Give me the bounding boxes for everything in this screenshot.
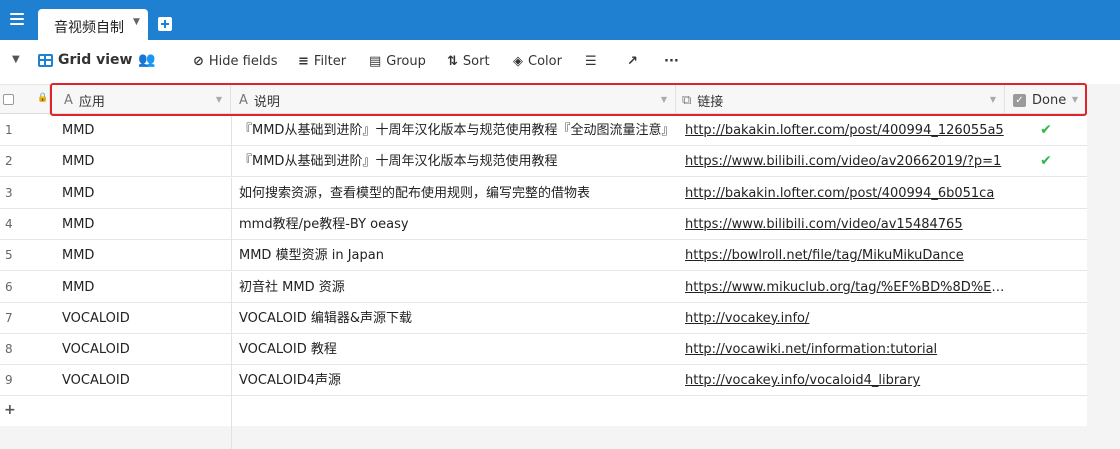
sort-icon: ⇅ [447,54,458,69]
table-row[interactable]: 4 MMD mmd教程/pe教程-BY oeasy https://www.bilib… [0,208,1087,240]
color-button[interactable]: ◈ Color [513,54,562,69]
cell-done[interactable] [1005,240,1087,271]
column-divider [231,313,232,449]
sort-label: Sort [462,54,490,69]
row-number: 9 [5,373,13,388]
cell-desc[interactable]: VOCALOID 编辑器&声源下载 [231,302,676,334]
row-number: 5 [5,248,13,263]
view-switcher-caret[interactable]: ▼ [12,54,20,65]
add-table-icon[interactable] [158,17,172,31]
table-row[interactable]: 8 VOCALOID VOCALOID 教程 http://vocawiki.net/… [0,334,1087,366]
row-number: 2 [5,154,13,169]
sort-button[interactable]: ⇅ Sort [447,54,490,69]
select-all-cell: 🔒 [0,85,50,115]
cell-done[interactable] [1005,209,1087,240]
table-row[interactable]: 3 MMD 如何搜索资源，查看模型的配布使用规则，编写完整的借物表 http://ba… [0,177,1087,209]
row-number: 1 [5,123,13,137]
table-tab[interactable]: 音视频自制 ▼ [38,9,148,40]
cell-link[interactable]: http://vocakey.info/vocaloid4_library [676,365,1005,396]
cell-app[interactable]: MMD [50,272,231,303]
group-icon: ▤ [369,54,382,69]
cell-desc[interactable]: 『MMD从基础到进阶』十周年汉化版本与规范使用教程『全动图流量注意』 [231,115,676,146]
cell-done[interactable] [1005,303,1087,334]
cell-link[interactable]: http://vocakey.info/ [676,303,1005,334]
cell-desc[interactable]: mmd教程/pe教程-BY oeasy [231,208,676,240]
table-row[interactable]: 1 MMD 『MMD从基础到进阶』十周年汉化版本与规范使用教程『全动图流量注意』 ht… [0,115,1087,146]
cell-app[interactable]: MMD [50,240,231,271]
collaborators-icon[interactable]: 👥 [138,52,155,68]
cell-desc[interactable]: 『MMD从基础到进阶』十周年汉化版本与规范使用教程 [231,146,676,178]
cell-link[interactable]: https://www.bilibili.com/video/av2066201… [676,146,1005,177]
filter-button[interactable]: ≡ Filter [298,54,346,69]
cell-app[interactable]: MMD [50,209,231,240]
table-row[interactable]: 5 MMD MMD 模型资源 in Japan https://bowlroll.ne… [0,240,1087,272]
cell-done[interactable] [1005,272,1087,303]
cell-app[interactable]: MMD [50,178,231,209]
row-height-icon: ☰ [585,54,597,69]
cell-desc[interactable]: MMD 模型资源 in Japan [231,240,676,272]
select-all-checkbox[interactable] [3,94,14,105]
table-row[interactable]: 6 MMD 初音社 MMD 资源 https://www.mikuclub.org/t… [0,271,1087,303]
row-number: 7 [5,310,13,325]
cell-link[interactable]: http://bakakin.lofter.com/post/400994_6b… [676,178,1005,209]
view-toolbar: ▼ Grid view 👥 ⊘ Hide fields ≡ Filter ▤ G… [0,40,1120,84]
cell-app[interactable]: VOCALOID [50,334,231,365]
cell-link[interactable]: https://bowlroll.net/file/tag/MikuMikuDa… [676,240,1005,271]
grid-view-icon [38,53,53,67]
view-selector[interactable]: Grid view [38,52,132,68]
row-height-button[interactable]: ☰ [585,54,597,69]
row-number: 8 [5,342,13,357]
cell-app[interactable]: MMD [50,115,231,146]
view-name: Grid view [58,52,133,68]
cell-desc[interactable]: 初音社 MMD 资源 [231,271,676,303]
cell-link[interactable]: http://vocawiki.net/information:tutorial [676,334,1005,365]
more-icon: ··· [664,54,679,69]
group-button[interactable]: ▤ Group [369,54,426,69]
filter-label: Filter [313,54,347,69]
paint-bucket-icon: ◈ [513,54,523,69]
share-icon: ↗ [627,54,638,69]
table-row[interactable]: 7 VOCALOID VOCALOID 编辑器&声源下载 http://vocakey… [0,302,1087,334]
cell-done[interactable]: ✔ [1005,115,1087,146]
cell-link[interactable]: https://www.bilibili.com/video/av1548476… [676,209,1005,240]
cell-done[interactable] [1005,365,1087,396]
cell-link[interactable]: http://bakakin.lofter.com/post/400994_12… [676,115,1005,146]
chevron-down-icon[interactable]: ▼ [133,17,140,27]
cell-desc[interactable]: 如何搜索资源，查看模型的配布使用规则，编写完整的借物表 [231,177,676,209]
lock-icon: 🔒 [37,93,49,103]
row-number: 4 [5,216,13,231]
filter-icon: ≡ [298,54,309,69]
eye-off-icon: ⊘ [193,54,204,69]
cell-app[interactable]: VOCALOID [50,303,231,334]
plus-icon[interactable]: + [4,402,16,418]
row-number: 3 [5,185,13,200]
cell-app[interactable]: MMD [50,146,231,177]
color-label: Color [528,54,562,69]
group-label: Group [386,54,426,69]
cell-app[interactable]: VOCALOID [50,365,231,396]
cell-desc[interactable]: VOCALOID 教程 [231,334,676,366]
table-tab-label: 音视频自制 [54,20,124,36]
cell-done[interactable] [1005,178,1087,209]
add-row[interactable]: + [0,397,1087,426]
hide-fields-button[interactable]: ⊘ Hide fields [193,54,278,69]
data-grid: 🔒 A 应用 ▼ A 说明 ▼ ⧉ 链接 ▼ ✓ Done ▼ 1 MMD 『MMD… [0,84,1087,426]
cell-desc[interactable]: VOCALOID4声源 [231,365,676,397]
hide-fields-label: Hide fields [208,54,278,69]
cell-link[interactable]: https://www.mikuclub.org/tag/%EF%BD%8D%E… [676,272,1005,303]
top-bar: 音视频自制 ▼ [0,0,1120,40]
row-number: 6 [5,279,13,294]
share-view-button[interactable]: ↗ [627,54,638,69]
cell-done[interactable]: ✔ [1005,146,1087,177]
table-row[interactable]: 9 VOCALOID VOCALOID4声源 http://vocakey.info/… [0,365,1087,397]
menu-icon[interactable] [10,13,24,25]
more-button[interactable]: ··· [664,54,679,69]
header-highlight-box [50,83,1087,116]
cell-done[interactable] [1005,334,1087,365]
table-row[interactable]: 2 MMD 『MMD从基础到进阶』十周年汉化版本与规范使用教程 https://www… [0,146,1087,178]
